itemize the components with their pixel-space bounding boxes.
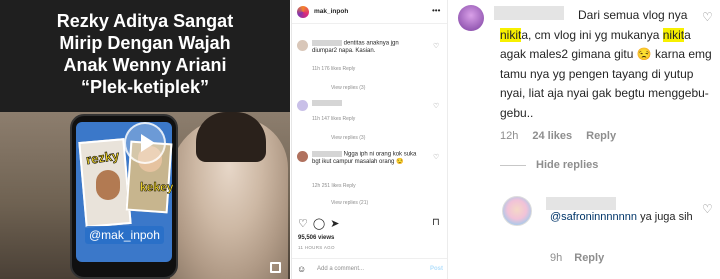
comment-icon[interactable]: ◯ — [313, 218, 330, 230]
post-actions: ♡◯➤ — [298, 217, 344, 230]
headline-line-4: “Plek-ketiplek” — [80, 77, 210, 97]
add-comment-bar: ☺ Add a comment... Post — [292, 258, 447, 279]
comment-meta[interactable]: 11h 147 likes Reply — [312, 116, 355, 122]
avatar[interactable] — [297, 151, 308, 162]
highlight: nikit — [500, 27, 522, 42]
view-replies-button[interactable]: View replies (3) — [331, 85, 365, 91]
heart-icon[interactable]: ♡ — [702, 202, 713, 216]
share-icon[interactable]: ➤ — [330, 218, 344, 230]
more-icon[interactable]: ••• — [432, 6, 440, 15]
face-image — [96, 170, 120, 200]
reply-button[interactable]: Reply — [586, 130, 616, 142]
heart-icon[interactable]: ♡ — [433, 42, 439, 50]
post-header: mak_inpoh ••• — [292, 0, 447, 24]
headline-line-2: Mirip Dengan Wajah — [59, 33, 231, 53]
comment-meta[interactable]: 12h 251 likes Reply — [312, 183, 356, 189]
emoji-icon[interactable]: ☺ — [297, 264, 306, 274]
comment-meta[interactable]: 11h 176 likes Reply — [312, 66, 355, 72]
post-username[interactable]: mak_inpoh — [314, 8, 348, 15]
views-count: 95,506 views — [298, 235, 335, 241]
reply-button[interactable]: Reply — [574, 252, 604, 264]
blurred-username — [312, 100, 342, 106]
watermark: @mak_inpoh — [85, 226, 164, 244]
bookmark-icon[interactable]: ⊓ — [432, 217, 440, 228]
hide-replies-button[interactable]: Hide replies — [536, 159, 598, 171]
video-headline: Rezky Aditya Sangat Mirip Dengan Wajah A… — [0, 10, 290, 98]
reply-time: 9h — [550, 252, 563, 264]
post-panel: mak_inpoh ••• dentitas anaknya jgn diump… — [291, 0, 447, 279]
add-comment-input[interactable]: Add a comment... — [317, 266, 364, 272]
highlight: nikit — [662, 27, 685, 42]
avatar[interactable] — [297, 100, 308, 111]
heart-icon[interactable]: ♡ — [702, 10, 713, 24]
heart-icon[interactable]: ♡ — [433, 102, 439, 110]
sticker-kekey: kekey — [140, 180, 174, 195]
comment-time: 12h — [500, 130, 519, 142]
avatar[interactable] — [502, 196, 532, 226]
video-panel[interactable]: rezky kekey @mak_inpoh Rezky Aditya Sang… — [0, 0, 290, 279]
blurred-username — [494, 6, 564, 20]
headline-line-3: Anak Wenny Ariani — [63, 55, 227, 75]
blurred-username — [312, 151, 342, 157]
post-button[interactable]: Post — [430, 266, 443, 272]
comment-text: Dari semua vlog nya nikita, cm vlog ini … — [500, 8, 712, 120]
view-replies-button[interactable]: View replies (21) — [331, 200, 368, 206]
view-replies-button[interactable]: View replies (3) — [331, 135, 365, 141]
headline-line-1: Rezky Aditya Sangat — [56, 11, 234, 31]
avatar[interactable] — [297, 40, 308, 51]
comment-thread: Dari semua vlog nya nikita, cm vlog ini … — [447, 0, 720, 279]
comment-meta: 12h 24 likes Reply — [500, 130, 630, 142]
avatar[interactable] — [297, 6, 309, 18]
blurred-username — [546, 197, 616, 210]
mention-link[interactable]: @safroninnnnnnn — [550, 211, 637, 223]
reply-text: @safroninnnnnnn ya juga sih — [550, 211, 693, 223]
heart-icon[interactable]: ♡ — [433, 153, 439, 161]
blurred-username — [312, 40, 342, 46]
fullscreen-icon[interactable] — [270, 262, 281, 273]
likes-count[interactable]: 24 likes — [532, 130, 572, 142]
heart-icon[interactable]: ♡ — [298, 218, 313, 230]
play-icon[interactable] — [124, 122, 166, 164]
reply-meta: 9h Reply — [550, 252, 616, 264]
person-hair — [196, 112, 266, 162]
divider — [500, 165, 526, 166]
avatar[interactable] — [458, 5, 484, 31]
post-time: 11 HOURS AGO — [298, 245, 335, 250]
